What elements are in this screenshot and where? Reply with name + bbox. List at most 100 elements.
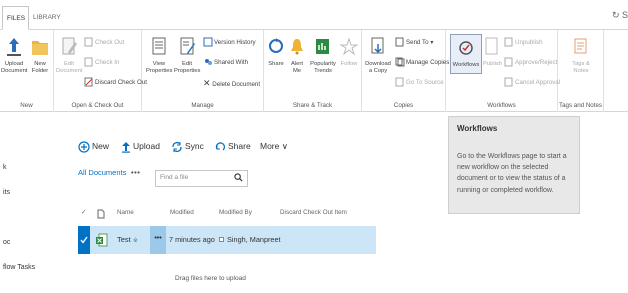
- nav-item[interactable]: its: [3, 189, 10, 196]
- approve-reject-icon: [504, 57, 513, 67]
- unpublish-icon: [504, 37, 513, 47]
- version-history-icon: [203, 37, 213, 47]
- check-out-icon: [84, 37, 93, 47]
- plus-circle-icon: [78, 141, 90, 153]
- publish-icon: [485, 37, 498, 55]
- tooltip-body: Go to the Workflows page to start a new …: [457, 153, 567, 194]
- upload-command[interactable]: Upload: [121, 138, 160, 154]
- edit-properties-icon: [180, 37, 195, 55]
- publish-button[interactable]: Publish: [483, 36, 502, 68]
- edit-document-icon: [62, 37, 77, 55]
- sync-command[interactable]: Sync: [171, 138, 204, 154]
- version-history-button[interactable]: Version History: [203, 36, 256, 50]
- share-icon: [215, 142, 226, 151]
- folder-icon: [32, 41, 48, 55]
- tooltip-title: Workflows: [457, 124, 498, 133]
- document-icon: [97, 209, 105, 219]
- view-options-ellipsis[interactable]: •••: [131, 168, 140, 177]
- group-tags-notes: Tags & Notes Tags and Notes: [558, 30, 604, 112]
- drag-upload-hint: Drag files here to upload: [175, 275, 246, 282]
- go-to-source-icon: [395, 77, 404, 87]
- new-command[interactable]: New: [78, 138, 109, 154]
- excel-file-icon: [96, 233, 108, 247]
- select-all-checkmark[interactable]: ✓: [81, 209, 86, 216]
- row-select-checkbox[interactable]: [78, 226, 90, 254]
- share-command[interactable]: Share: [214, 138, 251, 154]
- star-icon: [340, 37, 358, 56]
- sync-icon: [172, 141, 182, 152]
- approve-reject-button[interactable]: Approve/Reject: [504, 56, 557, 70]
- check-in-button[interactable]: Check In: [84, 56, 119, 70]
- popularity-trends-button[interactable]: Popularity Trends: [308, 36, 338, 74]
- send-to-button[interactable]: Send To ▾: [395, 36, 433, 50]
- group-label-open-checkout: Open & Check Out: [71, 102, 124, 109]
- unpublish-button[interactable]: Unpublish: [504, 36, 543, 50]
- delete-document-button[interactable]: ✕ Delete Document: [203, 76, 260, 90]
- find-file-input[interactable]: Find a file: [155, 170, 248, 187]
- group-label-new: New: [20, 102, 33, 109]
- check-out-button[interactable]: Check Out: [84, 36, 124, 50]
- bell-icon: [291, 39, 303, 55]
- table-row[interactable]: Test ※ ••• 7 minutes ago Singh, Manpreet: [78, 226, 376, 254]
- sync-status-icon[interactable]: ↻ S: [612, 10, 628, 21]
- modified-cell: 7 minutes ago: [169, 235, 215, 244]
- column-header-modified-by[interactable]: Modified By: [219, 209, 252, 216]
- file-name-link[interactable]: Test ※: [117, 235, 138, 244]
- checkmark-icon: [80, 236, 88, 244]
- follow-button[interactable]: Follow: [338, 36, 360, 68]
- search-icon[interactable]: [234, 173, 243, 182]
- alert-me-button[interactable]: Alert Me: [288, 36, 306, 74]
- workflows-tooltip: Workflows Go to the Workflows page to st…: [448, 116, 580, 214]
- modified-by-cell[interactable]: Singh, Manpreet: [219, 235, 281, 244]
- new-item-marker: ※: [132, 238, 138, 244]
- group-label-workflows: Workflows: [487, 102, 516, 109]
- download-copy-button[interactable]: Download a Copy: [364, 36, 392, 74]
- edit-properties-button[interactable]: Edit Properties: [174, 36, 200, 74]
- column-header-modified[interactable]: Modified: [170, 209, 194, 216]
- file-type-icon-header: [97, 209, 105, 221]
- check-in-icon: [84, 57, 93, 67]
- cancel-approval-icon: [504, 77, 513, 87]
- upload-document-button[interactable]: Upload Document: [1, 36, 27, 74]
- nav-item[interactable]: oc: [3, 239, 10, 246]
- view-all-documents[interactable]: All Documents: [78, 168, 126, 177]
- column-header-discard-check-out[interactable]: Discard Check Out Item: [280, 209, 347, 216]
- chevron-down-icon: ∨: [281, 141, 288, 151]
- go-to-source-button[interactable]: Go To Source: [395, 76, 444, 90]
- cancel-approval-button[interactable]: Cancel Approval: [504, 76, 560, 90]
- discard-check-out-button[interactable]: Discard Check Out: [84, 76, 147, 90]
- workflows-button[interactable]: Workflows: [450, 34, 482, 74]
- nav-item[interactable]: k: [3, 164, 7, 171]
- column-header-name[interactable]: Name: [117, 209, 134, 216]
- group-new: Upload Document New Folder New: [0, 30, 54, 112]
- group-workflows: Workflows Publish Unpublish Approve/Reje…: [446, 30, 560, 112]
- tags-notes-button[interactable]: Tags & Notes: [568, 36, 594, 74]
- tags-notes-icon: [574, 38, 587, 54]
- group-open-checkout: Edit Document Check Out Check In Discard…: [54, 30, 147, 112]
- manage-copies-icon: [395, 57, 405, 67]
- workflows-icon: [459, 41, 473, 55]
- group-label-manage: Manage: [191, 102, 214, 109]
- tab-library[interactable]: LIBRARY: [29, 6, 61, 30]
- share-button[interactable]: Share: [266, 36, 286, 68]
- new-folder-button[interactable]: New Folder: [29, 36, 51, 74]
- discard-check-out-icon: [84, 77, 93, 87]
- group-manage: View Properties Edit Properties Version …: [142, 30, 264, 112]
- view-properties-icon: [152, 37, 166, 55]
- find-file-placeholder: Find a file: [160, 174, 189, 181]
- ribbon: Upload Document New Folder New Edit Docu…: [0, 30, 628, 112]
- more-command[interactable]: More ∨: [260, 138, 288, 154]
- tab-files[interactable]: FILES: [2, 6, 29, 30]
- download-icon: [371, 37, 384, 54]
- shared-with-button[interactable]: Shared With: [203, 56, 248, 70]
- ribbon-tabstrip: FILES LIBRARY ↻ S: [0, 0, 628, 30]
- nav-item[interactable]: flow Tasks: [3, 264, 35, 271]
- chevron-down-icon: ▾: [428, 39, 434, 46]
- edit-document-button[interactable]: Edit Document: [56, 36, 82, 74]
- item-ellipsis-menu[interactable]: •••: [150, 226, 166, 254]
- group-copies: Download a Copy Send To ▾ Manage Copies …: [362, 30, 449, 112]
- presence-indicator: [219, 237, 224, 242]
- popularity-trends-icon: [316, 39, 329, 54]
- view-properties-button[interactable]: View Properties: [146, 36, 172, 74]
- manage-copies-button[interactable]: Manage Copies: [395, 56, 449, 70]
